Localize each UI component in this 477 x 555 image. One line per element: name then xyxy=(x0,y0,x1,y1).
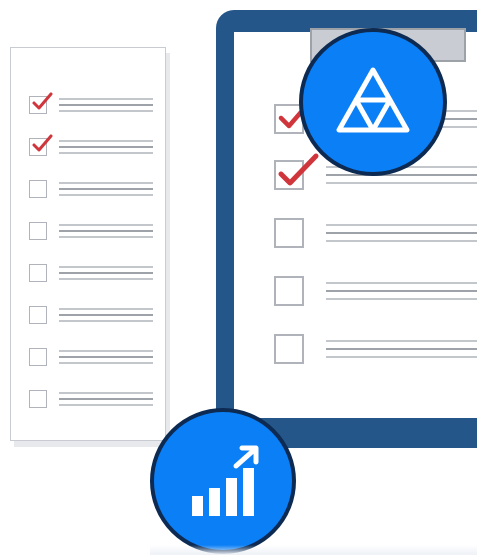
text-placeholder-lines xyxy=(59,98,153,112)
checkbox xyxy=(29,222,47,240)
text-placeholder-lines xyxy=(59,182,153,196)
text-placeholder-lines xyxy=(326,282,477,302)
paper-checklist-row-6 xyxy=(29,306,155,328)
checkbox xyxy=(29,180,47,198)
checkbox xyxy=(29,390,47,408)
checkbox xyxy=(29,264,47,282)
text-placeholder-lines xyxy=(59,392,153,406)
text-placeholder-lines xyxy=(59,224,153,238)
paper-checklist-row-8 xyxy=(29,390,155,412)
text-placeholder-lines xyxy=(59,266,153,280)
paper-checklist-row-3 xyxy=(29,180,155,202)
text-placeholder-lines xyxy=(59,350,153,364)
check-mark-icon xyxy=(32,134,53,152)
paper-checklist-row-7 xyxy=(29,348,155,370)
paper-checklist xyxy=(10,47,166,441)
triforce-triangle-icon xyxy=(336,67,410,133)
text-placeholder-lines xyxy=(326,224,477,244)
board-checklist-row-5 xyxy=(274,334,477,368)
text-placeholder-lines xyxy=(59,308,153,322)
board-checklist-row-4 xyxy=(274,276,477,310)
paper-checklist-row-4 xyxy=(29,222,155,244)
check-mark-icon xyxy=(32,92,53,110)
text-placeholder-lines xyxy=(59,140,153,154)
board-checklist-row-3 xyxy=(274,218,477,252)
paper-checklist-row-5 xyxy=(29,264,155,286)
paper-checklist-row-2 xyxy=(29,134,155,160)
floor-shadow xyxy=(150,545,477,555)
checkbox xyxy=(29,348,47,366)
checkbox xyxy=(29,306,47,324)
triforce-badge xyxy=(299,28,447,176)
text-placeholder-lines xyxy=(326,340,477,360)
checkbox xyxy=(274,334,304,364)
paper-checklist-row-1 xyxy=(29,92,155,118)
illustration xyxy=(0,0,477,555)
growth-badge xyxy=(150,408,296,554)
checkbox xyxy=(274,218,304,248)
checkbox xyxy=(274,276,304,306)
growth-bar-chart-arrow-icon xyxy=(192,445,259,516)
